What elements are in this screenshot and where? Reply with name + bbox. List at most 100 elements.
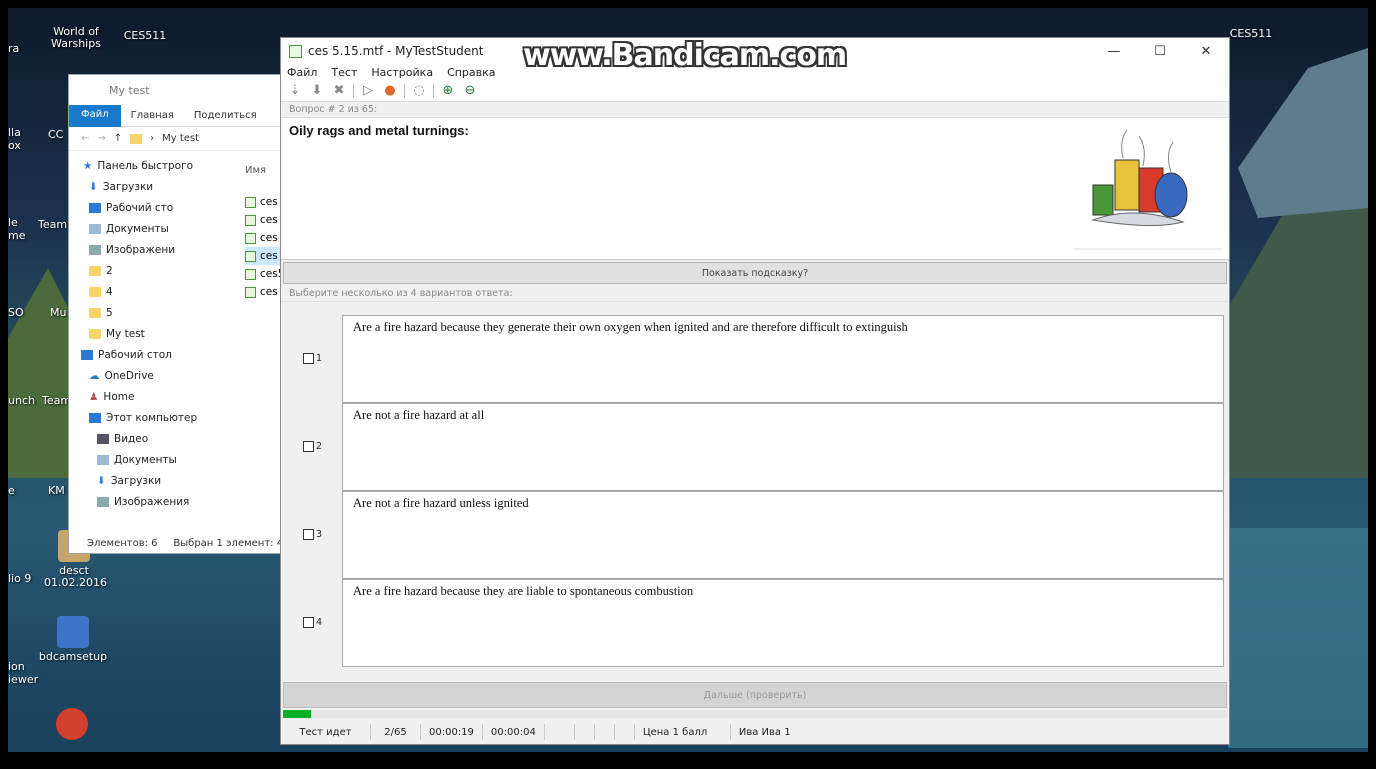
status-bar: Тест идет 2/65 00:00:19 00:00:04 Цена 1 …: [281, 720, 1229, 744]
installer-icon: [57, 616, 89, 648]
answer-instructions: Выберите несколько из 4 вариантов ответа…: [281, 286, 1229, 302]
up-arrow-icon[interactable]: ↑: [114, 133, 122, 144]
answer-text[interactable]: Are not a fire hazard unless ignited: [342, 491, 1224, 579]
desktop-icon-label: desct 01.02.2016: [44, 564, 107, 589]
nav-item-downloads[interactable]: ⬇ Загрузки: [69, 176, 207, 197]
window-controls: — ☐ ✕: [1091, 38, 1229, 64]
stop-icon[interactable]: ●: [382, 83, 398, 99]
maximize-icon[interactable]: ☐: [1137, 38, 1183, 64]
nav-item-home[interactable]: ♟ Home: [69, 386, 207, 407]
desktop-icon-ces511-right[interactable]: CES511: [1226, 28, 1276, 40]
ribbon-tab-file[interactable]: Файл: [69, 104, 121, 127]
oily-rags-illustration: [1073, 120, 1223, 250]
nav-item-quick-access[interactable]: ★ Панель быстрого: [69, 155, 207, 176]
checkbox-icon[interactable]: [303, 617, 314, 628]
nav-item-folder-2[interactable]: 2: [69, 260, 207, 281]
nav-item-this-pc[interactable]: Этот компьютер: [69, 407, 207, 428]
status-user: Ива Ива 1: [738, 726, 791, 738]
nav-item-documents-pc[interactable]: Документы: [69, 449, 207, 470]
minimize-icon[interactable]: —: [1091, 38, 1137, 64]
nav-item-onedrive[interactable]: ☁ OneDrive: [69, 365, 207, 386]
desktop: World of Warships CES511 CES511 desct 01…: [8, 8, 1368, 752]
edge-label: Mu: [50, 306, 67, 319]
user-icon: ♟: [89, 390, 99, 403]
menu-settings[interactable]: Настройка: [371, 66, 433, 79]
open-icon[interactable]: ⇣: [287, 83, 303, 99]
zoom-out-icon[interactable]: ⊖: [462, 83, 478, 99]
explorer-status: Элементов: 6 Выбран 1 элемент: 4: [87, 538, 284, 549]
nav-item-label: Home: [103, 390, 135, 403]
menu-file[interactable]: Файл: [287, 66, 317, 79]
edge-label: lla ox: [8, 126, 21, 152]
show-hint-button[interactable]: Показать подсказку?: [283, 262, 1227, 284]
test-file-icon: [245, 268, 256, 280]
ribbon-tab-home[interactable]: Главная: [121, 106, 184, 125]
answer-option[interactable]: 3 Are not a fire hazard unless ignited: [281, 491, 1229, 579]
next-check-button[interactable]: Дальше (проверить): [283, 682, 1227, 708]
edge-label: SO: [8, 306, 24, 319]
forward-arrow-icon[interactable]: →: [97, 133, 105, 144]
nav-item-label: Рабочий сто: [106, 201, 174, 214]
nav-item-desktop[interactable]: Рабочий сто: [69, 197, 207, 218]
nav-item-videos[interactable]: Видео: [69, 428, 207, 449]
nav-item-folder-4[interactable]: 4: [69, 281, 207, 302]
play-icon[interactable]: ▷: [360, 83, 376, 99]
back-arrow-icon[interactable]: ←: [81, 133, 89, 144]
download-icon[interactable]: ⬇: [309, 83, 325, 99]
remove-icon[interactable]: ✖: [331, 83, 347, 99]
answer-option[interactable]: 2 Are not a fire hazard at all: [281, 403, 1229, 491]
download-icon: ⬇: [97, 474, 106, 487]
edge-label: le me: [8, 216, 26, 242]
mytest-student-window[interactable]: ces 5.15.mtf - MyTestStudent — ☐ ✕ Файл …: [280, 37, 1230, 745]
nav-item-label: Изображени: [106, 243, 176, 256]
nav-item-documents[interactable]: Документы: [69, 218, 207, 239]
answer-number: 2: [316, 441, 323, 452]
computer-icon: [89, 412, 101, 423]
nav-item-label: Загрузки: [102, 180, 154, 193]
picture-icon: [97, 496, 109, 507]
checkbox-icon[interactable]: [303, 353, 314, 364]
zoom-in-icon[interactable]: ⊕: [440, 83, 456, 99]
hint-icon[interactable]: ◌: [411, 83, 427, 99]
answer-checkbox[interactable]: 4: [303, 617, 322, 628]
menu-test[interactable]: Тест: [331, 66, 357, 79]
video-icon: [97, 433, 109, 444]
download-icon: ⬇: [89, 180, 98, 193]
nav-item-desktop-root[interactable]: Рабочий стол: [69, 344, 207, 365]
address-bar[interactable]: ← → ↑ › My test: [69, 127, 287, 151]
folder-icon: [89, 286, 101, 297]
file-explorer-window[interactable]: My test Файл Главная Поделиться ← → ↑ › …: [68, 74, 315, 554]
desktop-icon-bandicam[interactable]: [52, 708, 92, 743]
answer-checkbox[interactable]: 1: [303, 353, 322, 364]
desktop-icon-ces511[interactable]: CES511: [120, 30, 170, 42]
menu-help[interactable]: Справка: [447, 66, 495, 79]
folder-icon: [130, 133, 143, 144]
column-header-name[interactable]: Имя: [245, 165, 266, 176]
close-icon[interactable]: ✕: [1183, 38, 1229, 64]
desktop-icon-bdcamsetup[interactable]: bdcamsetup: [38, 616, 108, 663]
answer-option[interactable]: 1 Are a fire hazard because they generat…: [281, 315, 1229, 403]
answer-option[interactable]: 4 Are a fire hazard because they are lia…: [281, 579, 1229, 667]
navigation-pane[interactable]: ★ Панель быстрого ⬇ Загрузки Рабочий сто Д…: [69, 155, 207, 527]
folder-icon: [89, 265, 101, 276]
answer-text[interactable]: Are a fire hazard because they generate …: [342, 315, 1224, 403]
answer-text[interactable]: Are a fire hazard because they are liabl…: [342, 579, 1224, 667]
nav-item-folder-5[interactable]: 5: [69, 302, 207, 323]
checkbox-icon[interactable]: [303, 441, 314, 452]
answer-checkbox[interactable]: 2: [303, 441, 322, 452]
nav-item-label: 2: [106, 264, 113, 277]
desktop-icon-world-of-warships[interactable]: World of Warships: [48, 26, 104, 50]
nav-item-downloads-pc[interactable]: ⬇ Загрузки: [69, 470, 207, 491]
folder-icon: [89, 307, 101, 318]
nav-item-my-test[interactable]: My test: [69, 323, 207, 344]
answer-text[interactable]: Are not a fire hazard at all: [342, 403, 1224, 491]
ribbon-tab-share[interactable]: Поделиться: [184, 106, 267, 125]
toolbar-separator: [433, 83, 434, 98]
desktop-icon-label: World of Warships: [51, 25, 101, 50]
checkbox-icon[interactable]: [303, 529, 314, 540]
nav-item-pictures[interactable]: Изображени: [69, 239, 207, 260]
nav-item-pictures-pc[interactable]: Изображения: [69, 491, 207, 512]
answer-checkbox[interactable]: 3: [303, 529, 322, 540]
app-logo-icon: [289, 44, 302, 58]
answers-list: 1 Are a fire hazard because they generat…: [281, 315, 1229, 675]
